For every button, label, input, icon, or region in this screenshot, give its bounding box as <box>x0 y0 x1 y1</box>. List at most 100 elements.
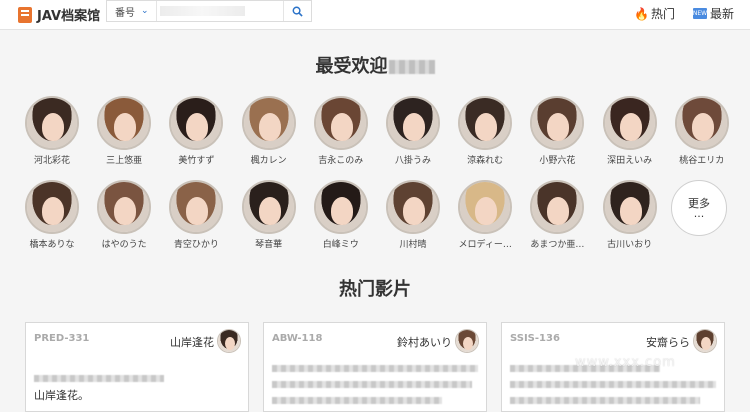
avatar-face <box>403 197 425 225</box>
movie-actress-name[interactable]: 安齋らら <box>646 334 690 350</box>
top-header: JAV档案馆 番号 ⌄ 🔥 热门 NEW 最新 <box>0 0 750 30</box>
actress-avatar <box>313 96 368 150</box>
movie-card[interactable]: ABW-118 鈴村あいり <box>263 322 487 412</box>
movie-code: ABW-118 <box>272 333 323 344</box>
movie-actress-name[interactable]: 山岸逢花 <box>170 334 214 350</box>
more-label: 更多 <box>688 197 710 210</box>
avatar-face <box>547 197 570 225</box>
actress-item[interactable]: 古川いおり <box>594 180 666 250</box>
search-icon <box>292 6 303 17</box>
avatar-face <box>463 337 473 350</box>
actress-name: 青空ひかり <box>173 240 219 250</box>
actress-item[interactable]: 涼森れむ <box>449 96 521 166</box>
avatar-face <box>619 197 642 225</box>
site-logo[interactable]: JAV档案馆 <box>18 5 100 24</box>
avatar-face <box>186 113 209 141</box>
blurred-title-word <box>388 60 435 74</box>
more-circle: 更多 ··· <box>671 180 727 236</box>
movie-code: SSIS-136 <box>510 333 560 344</box>
blurred-search-text <box>160 6 245 16</box>
actress-name: あまつか亜… <box>530 240 585 250</box>
actress-name: 涼森れむ <box>467 156 504 166</box>
nav-hot-link[interactable]: 🔥 热门 <box>634 5 675 22</box>
nav-new-link[interactable]: NEW 最新 <box>693 5 734 22</box>
hot-movies-title-text: 热门影片 <box>339 279 411 300</box>
movie-actress-avatar[interactable] <box>217 329 241 353</box>
actress-avatar <box>458 180 513 234</box>
actress-item[interactable]: 小野六花 <box>521 96 593 166</box>
search-type-select[interactable]: 番号 ⌄ <box>107 1 157 21</box>
actress-item[interactable]: 橋本ありな <box>16 180 88 250</box>
movie-card[interactable]: PRED-331 山岸逢花 山岸逢花。 <box>25 322 249 412</box>
more-actresses-button[interactable]: 更多 ··· <box>663 180 735 236</box>
chevron-down-icon: ⌄ <box>141 6 149 16</box>
actress-item[interactable]: 白峰ミウ <box>305 180 377 250</box>
blurred-description-line <box>34 375 164 382</box>
actress-name: 楓カレン <box>250 156 287 166</box>
actress-avatar <box>169 96 224 150</box>
actress-avatar <box>97 180 152 234</box>
avatar-face <box>330 113 353 141</box>
actress-name: 吉永このみ <box>318 156 364 166</box>
movie-actress-name[interactable]: 鈴村あいり <box>397 334 452 350</box>
actress-name: 川村晴 <box>399 240 427 250</box>
actress-name: 古川いおり <box>607 240 653 250</box>
actress-item[interactable]: 琴音華 <box>233 180 305 250</box>
avatar-face <box>701 337 711 350</box>
new-badge-icon: NEW <box>692 8 708 19</box>
actress-avatar <box>458 96 513 150</box>
avatar-face <box>114 197 137 225</box>
nav-new-label: 最新 <box>710 7 735 21</box>
book-icon <box>18 6 32 23</box>
popular-section-title: 最受欢迎 <box>0 52 750 78</box>
avatar-face <box>330 197 353 225</box>
site-logo-text: JAV档案馆 <box>37 9 101 24</box>
actress-avatar <box>602 180 657 234</box>
actress-item[interactable]: 河北彩花 <box>16 96 88 166</box>
actress-item[interactable]: 三上悠亜 <box>88 96 160 166</box>
avatar-face <box>225 337 235 350</box>
actress-name: 美竹すず <box>178 156 215 166</box>
actress-avatar <box>169 180 224 234</box>
actress-item[interactable]: 美竹すず <box>160 96 232 166</box>
actress-name: 小野六花 <box>539 156 576 166</box>
avatar-face <box>475 113 498 141</box>
actress-avatar <box>25 96 79 150</box>
movie-actress-avatar[interactable] <box>693 329 717 353</box>
actress-item[interactable]: あまつか亜… <box>521 180 593 250</box>
actress-item[interactable]: 深田えいみ <box>594 96 666 166</box>
avatar-face <box>186 197 209 225</box>
actress-name: 三上悠亜 <box>106 156 143 166</box>
avatar-face <box>619 113 642 141</box>
actress-item[interactable]: 川村晴 <box>377 180 449 250</box>
actress-name: 深田えいみ <box>607 156 653 166</box>
actress-item[interactable]: はやのうた <box>88 180 160 250</box>
movie-code: PRED-331 <box>34 333 90 344</box>
avatar-face <box>691 113 714 141</box>
actress-avatar <box>241 96 296 150</box>
actress-item[interactable]: 八掛うみ <box>377 96 449 166</box>
actress-item[interactable]: 吉永このみ <box>305 96 377 166</box>
actress-item[interactable]: 桃谷エリカ <box>666 96 738 166</box>
actress-name: 八掛うみ <box>394 156 431 166</box>
avatar-face <box>258 113 281 141</box>
actress-item[interactable]: メロディー… <box>449 180 521 250</box>
search-button[interactable] <box>283 1 311 21</box>
actress-name: 琴音華 <box>255 240 283 250</box>
avatar-face <box>475 197 498 225</box>
actress-avatar <box>386 180 440 234</box>
actress-avatar <box>530 180 585 234</box>
blurred-description-line <box>272 365 478 372</box>
actress-name: メロディー… <box>458 240 512 250</box>
avatar-face <box>403 113 425 141</box>
actress-item[interactable]: 楓カレン <box>233 96 305 166</box>
avatar-face <box>258 197 281 225</box>
avatar-face <box>42 197 64 225</box>
avatar-face <box>42 113 64 141</box>
movie-actress-avatar[interactable] <box>455 329 479 353</box>
actress-avatar <box>97 96 152 150</box>
blurred-description-line <box>272 381 472 388</box>
search-type-label: 番号 <box>115 7 135 19</box>
actress-avatar <box>602 96 657 150</box>
actress-item[interactable]: 青空ひかり <box>160 180 232 250</box>
